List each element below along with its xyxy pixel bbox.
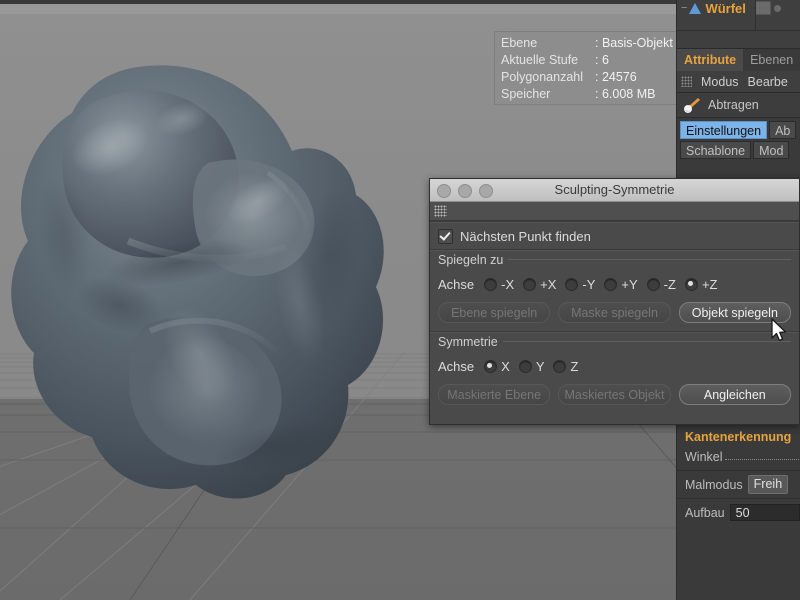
info-row: Aktuelle Stufe 6 (501, 52, 673, 69)
find-nearest-point-label: Nächsten Punkt finden (460, 228, 591, 244)
mirror-mask-button[interactable]: Maske spiegeln (558, 302, 671, 323)
info-value: 6.008 MB (595, 86, 656, 103)
symmetry-axis-row[interactable]: Achse X Y Z (438, 354, 791, 378)
close-button[interactable] (437, 184, 451, 198)
mirror-group-title: Spiegeln zu (438, 253, 509, 267)
attribute-manager-tabs[interactable]: Attribute Ebenen (677, 49, 800, 72)
label-mirror-plus-z: +Z (701, 276, 718, 292)
radio-symmetry-x[interactable] (484, 359, 498, 373)
info-value: 6 (595, 52, 609, 69)
masked-object-button[interactable]: Maskiertes Objekt (558, 384, 671, 405)
aufbau-label: Aufbau (685, 505, 725, 520)
mirror-axis-label: Achse (438, 276, 475, 292)
label-symmetry-x: X (501, 358, 510, 374)
toolbar-empty-area (447, 205, 799, 217)
sculpt-tag-icon[interactable] (755, 1, 771, 15)
find-nearest-point-row[interactable]: Nächsten Punkt finden (430, 223, 799, 249)
subtab-ab[interactable]: Ab (769, 121, 797, 139)
tab-ebenen[interactable]: Ebenen (743, 49, 800, 71)
dialog-toolbar-grip[interactable] (430, 202, 799, 221)
malmodus-dropdown[interactable]: Freih (747, 475, 789, 494)
mirror-axis-row[interactable]: Achse -X +X -Y +Y -Z +Z (438, 272, 791, 296)
masked-layer-button[interactable]: Maskierte Ebene (438, 384, 551, 405)
object-manager-rule (677, 30, 800, 31)
winkel-label: Winkel (685, 449, 723, 464)
info-value: 24576 (595, 69, 637, 86)
find-nearest-point-checkbox[interactable] (438, 228, 453, 244)
label-symmetry-y: Y (535, 358, 545, 374)
object-manager[interactable]: − Würfel (677, 0, 800, 49)
attribute-menu-bar[interactable]: Modus Bearbe (677, 71, 800, 93)
info-label: Aktuelle Stufe (501, 53, 579, 67)
grip-dots-icon[interactable] (434, 205, 447, 217)
subtab-row-1[interactable]: Einstellungen Ab (677, 119, 800, 139)
property-row-aufbau[interactable]: Aufbau 50 (677, 502, 800, 523)
property-row-winkel[interactable]: Winkel (677, 446, 800, 467)
symmetry-axis-label: Achse (438, 358, 475, 374)
subtab-schablone[interactable]: Schablone (680, 141, 752, 159)
sculpted-mesh-object[interactable] (0, 55, 480, 600)
symmetry-group-title: Symmetrie (438, 335, 503, 349)
object-manager-divider (755, 0, 756, 30)
sculpting-symmetry-dialog[interactable]: Sculpting-Symmetrie Nächsten Punkt finde… (429, 178, 800, 425)
label-symmetry-z: Z (570, 358, 579, 374)
info-label: Ebene (501, 36, 538, 50)
object-tags[interactable] (755, 1, 799, 15)
minimize-button[interactable] (458, 184, 472, 198)
tab-attribute[interactable]: Attribute (677, 49, 744, 71)
subtab-mod[interactable]: Mod (753, 141, 790, 159)
grip-dots-icon[interactable] (681, 76, 692, 87)
malmodus-label: Malmodus (685, 477, 743, 492)
radio-symmetry-z[interactable] (553, 359, 567, 373)
info-row: Speicher 6.008 MB (501, 86, 673, 103)
info-row: Polygonanzahl 24576 (501, 69, 673, 86)
radio-mirror-minus-z[interactable] (646, 277, 660, 291)
subtab-row-2[interactable]: Schablone Mod (677, 139, 800, 159)
label-mirror-minus-z: -Z (663, 276, 676, 292)
object-name-label: Würfel (705, 0, 746, 16)
info-value: Basis-Objekt (595, 35, 673, 52)
dialog-titlebar[interactable]: Sculpting-Symmetrie (430, 179, 799, 202)
property-divider (677, 498, 800, 499)
menu-bearbeiten[interactable]: Bearbe (748, 75, 788, 89)
align-button[interactable]: Angleichen (678, 384, 791, 405)
mirror-layer-button[interactable]: Ebene spiegeln (438, 302, 551, 323)
radio-mirror-minus-x[interactable] (484, 277, 498, 291)
info-label: Polygonanzahl (501, 70, 584, 84)
subtab-einstellungen[interactable]: Einstellungen (680, 121, 768, 139)
aufbau-input[interactable]: 50 (729, 504, 800, 521)
radio-mirror-plus-z[interactable] (684, 277, 698, 291)
label-mirror-plus-x: +X (540, 276, 557, 292)
property-divider (677, 470, 800, 471)
radio-symmetry-y[interactable] (518, 359, 532, 373)
label-mirror-minus-x: -X (501, 276, 515, 292)
expander-icon[interactable]: − (681, 2, 687, 14)
info-row: Ebene Basis-Objekt (501, 35, 673, 52)
tool-name-label: Abtragen (708, 98, 759, 112)
info-label: Speicher (501, 87, 551, 101)
cube-object-icon (689, 2, 702, 14)
sculpt-info-overlay: Ebene Basis-Objekt Aktuelle Stufe 6 Poly… (494, 31, 680, 105)
radio-mirror-plus-y[interactable] (604, 277, 618, 291)
label-mirror-minus-y: -Y (582, 276, 596, 292)
radio-mirror-minus-y[interactable] (565, 277, 579, 291)
symmetry-group: Symmetrie Achse X Y Z Maskierte Ebene Ma… (430, 333, 799, 413)
active-tool-row: Abtragen (677, 93, 800, 118)
property-row-malmodus[interactable]: Malmodus Freih (677, 474, 800, 495)
symmetry-buttons-row[interactable]: Maskierte Ebene Maskiertes Objekt Anglei… (438, 384, 791, 405)
mirror-group: Spiegeln zu Achse -X +X -Y +Y -Z +Z Eben… (430, 251, 799, 331)
zoom-button[interactable] (479, 184, 493, 198)
leader-dots (724, 449, 800, 460)
mirror-buttons-row[interactable]: Ebene spiegeln Maske spiegeln Objekt spi… (438, 302, 791, 323)
property-section-title: Kantenerkennung (685, 430, 792, 444)
tag-dot-icon[interactable] (774, 4, 781, 12)
menu-modus[interactable]: Modus (701, 75, 739, 89)
tool-properties: Kantenerkennung Winkel Malmodus Freih Au… (677, 428, 800, 523)
radio-mirror-plus-x[interactable] (523, 277, 537, 291)
label-mirror-plus-y: +Y (621, 276, 638, 292)
brush-icon (684, 98, 700, 113)
window-controls[interactable] (437, 184, 493, 198)
tool-subtabs[interactable]: Einstellungen Ab Schablone Mod (677, 119, 800, 159)
